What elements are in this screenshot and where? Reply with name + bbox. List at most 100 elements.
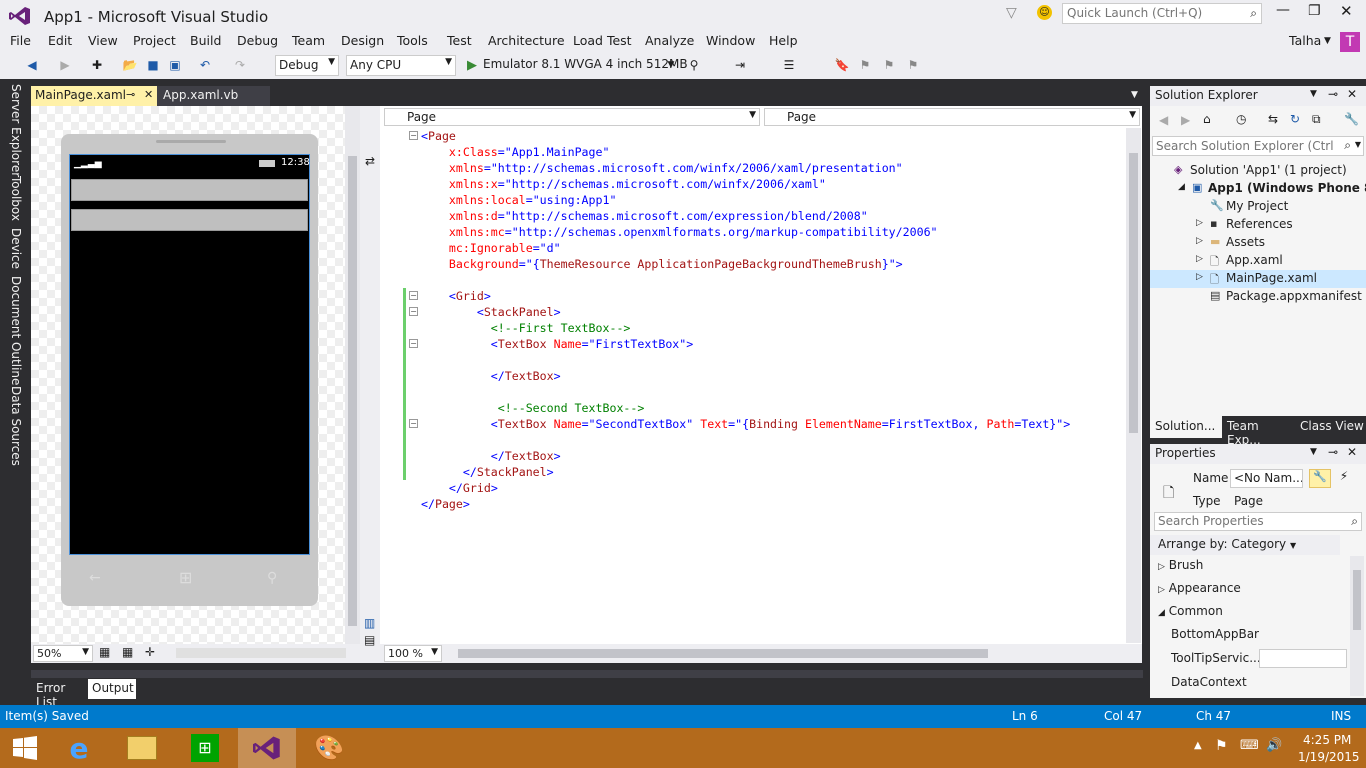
tab-overflow-icon[interactable]: ▼ (1131, 90, 1138, 100)
code-line[interactable]: xmlns:mc="http://schemas.openxmlformats.… (421, 224, 938, 240)
step-icon[interactable]: ⇥ (731, 56, 749, 74)
new-project-icon[interactable]: ✚ (88, 56, 106, 74)
expand-icon[interactable]: ◢ (1178, 182, 1185, 192)
clock-time[interactable]: 4:25 PM (1303, 733, 1351, 747)
run-dropdown-icon[interactable]: ▼ (662, 56, 680, 74)
editor-zoom-select[interactable]: 100 % ▼ (384, 645, 442, 662)
se-tree-item[interactable]: ▤ Package.appxmanifest (1150, 288, 1366, 306)
menu-build[interactable]: Build (190, 33, 221, 48)
show-hidden-icons[interactable]: ▲ (1194, 740, 1202, 751)
code-line[interactable]: x:Class="App1.MainPage" (421, 144, 610, 160)
dropdown-icon[interactable]: ▼ (1310, 89, 1317, 99)
close-icon[interactable]: ✕ (144, 88, 153, 101)
undo-icon[interactable]: ↶ (196, 56, 214, 74)
fold-collapse-icon[interactable]: − (409, 131, 418, 140)
properties-vscroll[interactable] (1350, 556, 1364, 696)
configuration-select[interactable]: Debug ▼ (275, 55, 339, 76)
code-line[interactable]: mc:Ignorable="d" (421, 240, 561, 256)
menu-design[interactable]: Design (341, 33, 384, 48)
swap-panes-icon[interactable]: ⇄ (365, 154, 375, 168)
refresh-icon[interactable]: ↻ (1290, 112, 1300, 126)
code-line[interactable]: xmlns:d="http://schemas.microsoft.com/ex… (421, 208, 868, 224)
filter-icon[interactable]: ▽ (1006, 5, 1017, 21)
redo-icon[interactable]: ↷ (231, 56, 249, 74)
start-button[interactable] (0, 728, 50, 768)
user-dropdown-icon[interactable]: ▼ (1324, 36, 1331, 46)
bookmark-clear-icon[interactable]: ⚑ (904, 56, 922, 74)
comment-icon[interactable]: ☰ (780, 56, 798, 74)
find-icon[interactable]: ⚲ (685, 56, 703, 74)
forward-icon[interactable]: ▶ (56, 56, 74, 74)
dropdown-icon[interactable]: ▼ (1310, 447, 1317, 457)
code-line[interactable]: <!--First TextBox--> (421, 320, 631, 336)
snap-grid-icon[interactable]: ▦ (122, 645, 133, 659)
home-icon[interactable]: ⌂ (1203, 112, 1211, 126)
se-tree-item[interactable]: ▷ 🗋 App.xaml (1150, 252, 1366, 270)
properties-search-input[interactable] (1155, 513, 1335, 529)
se-tree-item[interactable]: ◢ ▣ App1 (Windows Phone 8.1) (1150, 180, 1366, 198)
name-field[interactable]: <No Nam... (1230, 469, 1303, 488)
nav-left-select[interactable]: Page ▼ (384, 108, 760, 126)
back-icon[interactable]: ◀ (23, 56, 41, 74)
tab-server-explorer[interactable]: Server Explorer (9, 84, 23, 177)
forward-icon[interactable]: ▶ (1181, 113, 1190, 127)
sync-icon[interactable]: ⇆ (1268, 112, 1278, 126)
platform-select[interactable]: Any CPU ▼ (346, 55, 456, 76)
doc-tab-mainpage[interactable]: MainPage.xaml ⊸ ✕ (31, 86, 157, 106)
collapse-pane-icon[interactable]: ▥ (364, 616, 375, 630)
xaml-editor[interactable]: Page ▼ Page ▼ <Page − x:Class="App1.MainPag… (380, 106, 1142, 663)
keyboard-icon[interactable]: ⌨ (1240, 738, 1259, 753)
code-line[interactable]: <Grid> (421, 288, 491, 304)
category-appearance[interactable]: ▷ Appearance (1158, 581, 1241, 595)
se-tree-item[interactable]: ▷ ▬ Assets (1150, 234, 1366, 252)
taskbar-ie-icon[interactable]: e (50, 728, 108, 768)
bottom-tab-output[interactable]: Output (88, 679, 136, 699)
code-line[interactable]: xmlns:x="http://schemas.microsoft.com/wi… (421, 176, 826, 192)
tab-device[interactable]: Device (9, 228, 23, 269)
collapse-all-icon[interactable]: ⧉ (1312, 112, 1321, 127)
code-line[interactable]: <TextBox Name="SecondTextBox" Text="{Bin… (421, 416, 1070, 432)
clock-date[interactable]: 1/19/2015 (1298, 750, 1360, 764)
expand-icon[interactable]: ▷ (1196, 272, 1203, 282)
expand-icon[interactable]: ▷ (1196, 236, 1203, 246)
expand-icon[interactable]: ▷ (1196, 218, 1203, 228)
se-tab-class-view[interactable]: Class View (1298, 416, 1366, 438)
action-center-flag-icon[interactable]: ⚑ (1215, 738, 1228, 754)
properties-icon[interactable]: 🔧 (1344, 112, 1359, 126)
quick-launch-box[interactable]: ⌕ (1062, 3, 1262, 24)
menu-architecture[interactable]: Architecture (488, 33, 565, 48)
menu-window[interactable]: Window (706, 33, 755, 48)
tab-toolbox[interactable]: Toolbox (9, 176, 23, 221)
pin-icon[interactable]: ⊸ (1328, 445, 1338, 459)
fold-collapse-icon[interactable]: − (409, 419, 418, 428)
minimize-button[interactable]: — (1276, 2, 1290, 18)
volume-icon[interactable]: 🔊 (1266, 738, 1282, 753)
tab-data-sources[interactable]: Data Sources (9, 386, 23, 466)
close-icon[interactable]: ✕ (1347, 87, 1357, 101)
menu-file[interactable]: File (10, 33, 31, 48)
taskbar-visual-studio-icon[interactable] (238, 728, 296, 768)
close-window-button[interactable]: ✕ (1340, 2, 1353, 20)
code-line[interactable]: xmlns:local="using:App1" (421, 192, 617, 208)
expand-icon[interactable]: ▷ (1196, 254, 1203, 264)
bottom-tab-error-list[interactable]: Error List (33, 679, 88, 709)
user-avatar[interactable]: T (1340, 32, 1360, 52)
menu-edit[interactable]: Edit (48, 33, 72, 48)
save-all-icon[interactable]: ▣ (166, 56, 184, 74)
se-tree-item[interactable]: ◈ Solution 'App1' (1 project) (1150, 162, 1366, 180)
bookmark-next-icon[interactable]: ⚑ (880, 56, 898, 74)
maximize-button[interactable]: ❐ (1308, 3, 1321, 19)
user-name[interactable]: Talha (1289, 33, 1321, 48)
run-icon[interactable]: ▶ (463, 56, 481, 74)
code-line[interactable]: </StackPanel> (421, 464, 554, 480)
code-line[interactable]: </TextBox> (421, 368, 561, 384)
feedback-smiley-icon[interactable]: ☺ (1037, 5, 1052, 20)
snap-lines-icon[interactable]: ✛ (145, 645, 155, 659)
menu-debug[interactable]: Debug (237, 33, 278, 48)
taskbar-paint-icon[interactable]: 🎨 (300, 728, 358, 768)
back-icon[interactable]: ◀ (1159, 113, 1168, 127)
se-tab-team-explorer[interactable]: Team Exp... (1224, 416, 1296, 447)
code-line[interactable]: <Page (421, 128, 456, 144)
menu-help[interactable]: Help (769, 33, 798, 48)
nav-right-select[interactable]: Page ▼ (764, 108, 1140, 126)
